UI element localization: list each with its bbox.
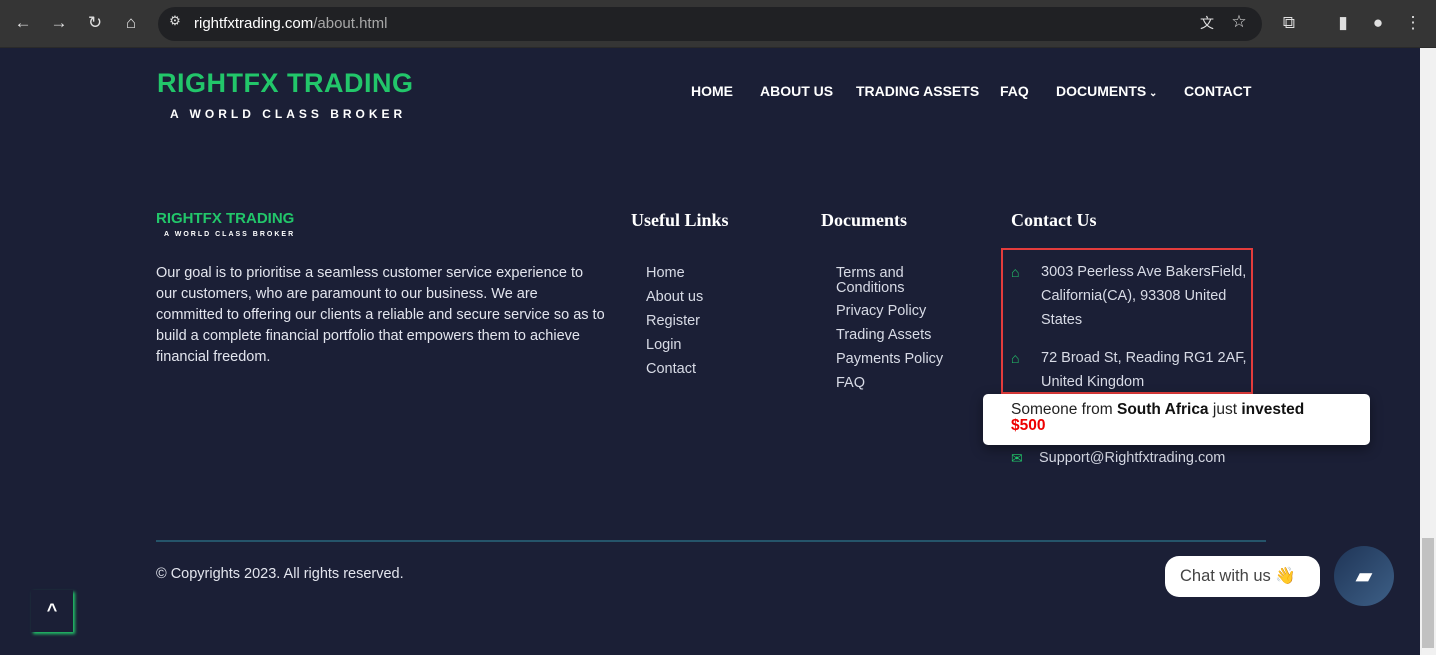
browser-toolbar: ← → ↻ ⌂ ⚙ rightfxtrading.com/about.html …	[0, 0, 1436, 48]
link-privacy-policy[interactable]: Privacy Policy	[836, 304, 926, 319]
site-info-icon[interactable]: ⚙	[164, 13, 186, 29]
logo-title[interactable]: RIGHTFX TRADING	[157, 68, 414, 99]
toast-prefix: Someone from	[1011, 401, 1113, 418]
back-icon[interactable]: ←	[12, 13, 34, 33]
translate-icon[interactable]: 文	[1196, 13, 1218, 33]
home-icon[interactable]: ⌂	[120, 13, 142, 33]
wave-icon: 👋	[1275, 567, 1296, 585]
link-home[interactable]: Home	[646, 266, 685, 281]
copyright: © Copyrights 2023. All rights reserved.	[156, 566, 404, 582]
profile-icon[interactable]: ●	[1367, 13, 1389, 33]
scroll-to-top-button[interactable]: ^	[31, 590, 73, 632]
chevron-up-icon: ^	[46, 600, 58, 620]
mail-icon: ✉	[1011, 450, 1023, 466]
link-about-us[interactable]: About us	[646, 290, 703, 305]
footer-logo-tagline: A WORLD CLASS BROKER	[164, 231, 296, 238]
scrollbar-thumb[interactable]	[1422, 538, 1434, 648]
nav-about-us[interactable]: ABOUT US	[760, 83, 833, 99]
address-us: 3003 Peerless Ave BakersField, Californi…	[1041, 264, 1247, 328]
address-uk: 72 Broad St, Reading RG1 2AF, United Kin…	[1041, 350, 1247, 390]
extensions-icon[interactable]: ⧉	[1278, 13, 1300, 33]
logo-tagline: A WORLD CLASS BROKER	[170, 107, 407, 121]
documents-heading: Documents	[821, 210, 907, 230]
chat-prompt[interactable]: Chat with us 👋	[1165, 556, 1320, 597]
link-register[interactable]: Register	[646, 314, 700, 329]
about-text: Our goal is to prioritise a seamless cus…	[156, 265, 605, 365]
reload-icon[interactable]: ↻	[84, 13, 106, 33]
support-email[interactable]: Support@Rightfxtrading.com	[1039, 446, 1299, 470]
address-bar[interactable]: ⚙ rightfxtrading.com/about.html 文 ☆	[158, 7, 1262, 41]
investment-notification: Someone from South Africa just invested $…	[983, 394, 1370, 445]
nav-documents[interactable]: DOCUMENTS ⌄	[1056, 83, 1157, 99]
link-trading-assets[interactable]: Trading Assets	[836, 328, 931, 343]
toast-middle: just	[1212, 401, 1237, 418]
link-login[interactable]: Login	[646, 338, 681, 353]
link-contact[interactable]: Contact	[646, 362, 696, 377]
forward-icon[interactable]: →	[48, 13, 70, 33]
url-host: rightfxtrading.com	[194, 15, 314, 32]
toast-action: invested	[1241, 401, 1305, 418]
link-faq[interactable]: FAQ	[836, 376, 865, 391]
chat-label: Chat with us	[1180, 567, 1271, 585]
chat-button[interactable]: ▰	[1334, 546, 1394, 606]
footer-divider	[156, 540, 1266, 542]
nav-contact[interactable]: CONTACT	[1184, 83, 1251, 99]
chevron-down-icon: ⌄	[1146, 88, 1158, 99]
menu-icon[interactable]: ⋮	[1402, 13, 1424, 33]
sidebar-icon[interactable]: ▮	[1332, 13, 1354, 33]
toast-country: South Africa	[1116, 401, 1209, 418]
star-icon[interactable]: ☆	[1228, 12, 1250, 32]
home-icon: ⌂	[1011, 264, 1020, 280]
nav-faq[interactable]: FAQ	[1000, 83, 1029, 99]
footer-logo-title: RIGHTFX TRADING	[156, 210, 295, 227]
nav-home[interactable]: HOME	[691, 83, 733, 99]
nav-trading-assets[interactable]: TRADING ASSETS	[856, 83, 979, 99]
link-payments-policy[interactable]: Payments Policy	[836, 352, 943, 367]
toast-amount: $500	[1011, 417, 1046, 434]
link-terms[interactable]: Terms and Conditions	[836, 266, 926, 296]
url-path: /about.html	[313, 15, 388, 32]
contact-heading: Contact Us	[1011, 210, 1097, 230]
chat-bubble-icon: ▰	[1355, 563, 1373, 588]
nav-documents-label: DOCUMENTS	[1056, 83, 1147, 99]
home-icon: ⌂	[1011, 350, 1020, 366]
useful-links-heading: Useful Links	[631, 210, 729, 230]
